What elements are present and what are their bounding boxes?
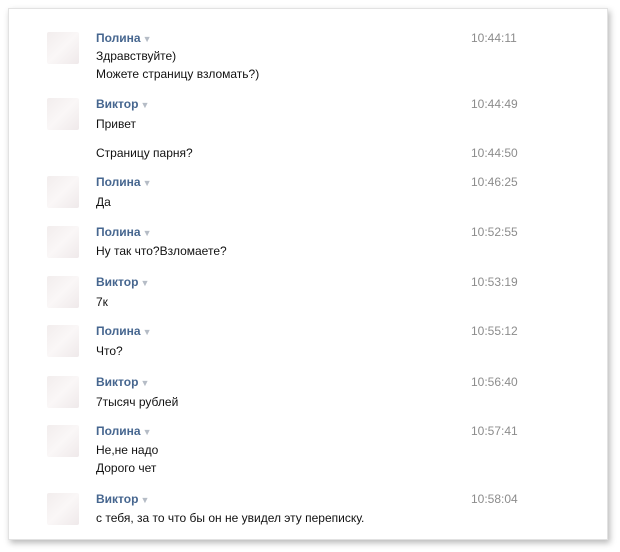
message-time: 10:52:55 [471,225,518,239]
message-text: Да [96,195,111,209]
message-text: Ну так что?Взломаете? [96,244,227,258]
dropdown-arrow-icon[interactable]: ▼ [140,378,149,388]
message-text: с тебя, за то что бы он не увидел эту пе… [96,511,365,525]
author-link[interactable]: Полина ▼ [96,175,152,189]
avatar[interactable] [47,226,79,258]
message-time: 10:58:04 [471,492,518,506]
message-text: 7тысяч рублей [96,395,179,409]
avatar[interactable] [47,98,79,130]
dropdown-arrow-icon[interactable]: ▼ [143,34,152,44]
avatar[interactable] [47,176,79,208]
message-time: 10:57:41 [471,424,518,438]
message-text: 7к [96,295,108,309]
author-link[interactable]: Виктор ▼ [96,375,149,389]
author-link[interactable]: Виктор ▼ [96,275,149,289]
avatar[interactable] [47,376,79,408]
avatar[interactable] [47,325,79,357]
message-time: 10:44:11 [471,31,517,45]
dropdown-arrow-icon[interactable]: ▼ [143,178,152,188]
message-text: Здравствуйте) [96,49,177,63]
chat-window: Полина ▼ 10:44:11 Здравствуйте) Можете ст… [8,8,608,540]
author-link[interactable]: Полина ▼ [96,225,152,239]
dropdown-arrow-icon[interactable]: ▼ [143,228,152,238]
avatar[interactable] [47,425,79,457]
message-time: 10:44:50 [471,146,518,160]
author-link[interactable]: Виктор ▼ [96,492,149,506]
message-time: 10:55:12 [471,324,518,338]
message-time: 10:46:25 [471,175,518,189]
message-time: 10:53:19 [471,275,518,289]
message-time: 10:56:40 [471,375,518,389]
author-link[interactable]: Полина ▼ [96,31,152,45]
message-text: Можете страницу взломать?) [96,67,260,81]
avatar[interactable] [47,276,79,308]
dropdown-arrow-icon[interactable]: ▼ [143,327,152,337]
message-text: Привет [96,117,137,131]
message-text: Не,не надо [96,443,159,457]
message-text: Страницу парня? [96,146,193,160]
dropdown-arrow-icon[interactable]: ▼ [140,278,149,288]
message-text: Что? [96,344,123,358]
dropdown-arrow-icon[interactable]: ▼ [140,100,149,110]
author-link[interactable]: Полина ▼ [96,324,152,338]
avatar[interactable] [47,32,79,64]
message-time: 10:44:49 [471,97,518,111]
dropdown-arrow-icon[interactable]: ▼ [140,495,149,505]
avatar[interactable] [47,493,79,525]
author-link[interactable]: Полина ▼ [96,424,152,438]
author-link[interactable]: Виктор ▼ [96,97,149,111]
dropdown-arrow-icon[interactable]: ▼ [143,427,152,437]
message-text: Дорого чет [96,461,157,475]
